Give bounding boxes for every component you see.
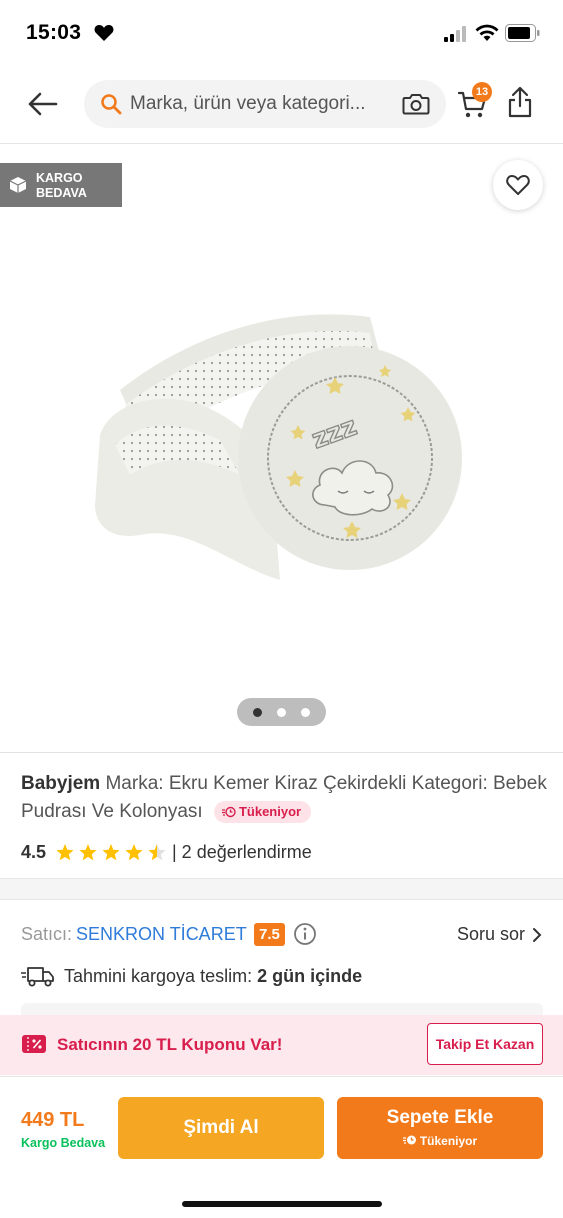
coupon-banner[interactable]: Satıcının 20 TL Kuponu Var! Takip Et Kaz… xyxy=(0,1015,563,1075)
product-image-gallery[interactable]: KARGO BEDAVA zzz xyxy=(0,145,563,752)
coupon-text: Satıcının 20 TL Kuponu Var! xyxy=(57,1035,283,1054)
top-navigation-bar: Marka, ürün veya kategori... 13 xyxy=(0,64,563,144)
battery-icon xyxy=(505,24,540,42)
add-to-cart-stock: Tükeniyor xyxy=(419,1134,478,1148)
seller-name-link[interactable]: SENKRON TİCARET xyxy=(76,924,247,945)
cart-count-badge: 13 xyxy=(472,82,492,102)
add-to-cart-sublabel: Tükeniyor xyxy=(337,1134,543,1148)
coupon-icon xyxy=(22,1035,46,1053)
heart-icon xyxy=(94,25,114,41)
badge-line-2: BEDAVA xyxy=(36,186,87,200)
delivery-truck-icon xyxy=(21,967,54,987)
rating-star xyxy=(102,844,120,861)
rating-score: 4.5 xyxy=(21,842,47,862)
status-bar: 15:03 xyxy=(0,0,563,64)
product-price: 449 TL xyxy=(21,1109,85,1131)
search-icon xyxy=(101,94,122,115)
rating-star xyxy=(125,844,143,861)
stock-low-label: Tükeniyor xyxy=(238,804,302,819)
seller-label: Satıcı: xyxy=(21,924,73,944)
back-arrow-icon[interactable] xyxy=(26,88,58,120)
pagination-dot-2[interactable] xyxy=(277,708,286,717)
rating-star xyxy=(79,844,97,861)
status-time: 15:03 xyxy=(26,21,82,44)
product-image: zzz xyxy=(95,314,462,580)
info-icon[interactable] xyxy=(293,922,317,946)
delivery-estimate: Tahmini kargoya teslim: 2 gün içinde xyxy=(21,964,541,990)
delivery-label: Tahmini kargoya teslim: xyxy=(64,966,253,986)
clock-icon xyxy=(402,1135,416,1145)
camera-search-icon[interactable] xyxy=(402,92,430,116)
add-to-cart-label: Sepete Ekle xyxy=(386,1107,494,1128)
seller-score-badge: 7.5 xyxy=(254,923,285,946)
pagination-dot-3[interactable] xyxy=(301,708,310,717)
rating-stars xyxy=(56,844,166,861)
ask-question-link[interactable]: Soru sor xyxy=(457,924,525,945)
divider xyxy=(0,752,563,753)
free-shipping-badge: KARGO BEDAVA xyxy=(0,163,122,207)
cart-button[interactable]: 13 xyxy=(458,82,492,120)
favorite-button[interactable] xyxy=(493,160,543,210)
review-count[interactable]: | 2 değerlendirme xyxy=(172,842,312,863)
heart-outline-icon xyxy=(506,175,530,195)
bottom-action-bar: 449 TL Kargo Bedava Şimdi Al Sepete Ekle… xyxy=(0,1076,563,1218)
search-bar[interactable]: Marka, ürün veya kategori... xyxy=(84,80,446,128)
home-indicator[interactable] xyxy=(182,1201,382,1207)
delivery-value: 2 gün içinde xyxy=(257,966,363,986)
buy-now-button[interactable]: Şimdi Al xyxy=(118,1097,324,1159)
follow-earn-button[interactable]: Takip Et Kazan xyxy=(427,1023,543,1065)
product-title: Babyjem Marka: Ekru Kemer Kiraz Çekirdek… xyxy=(21,770,551,826)
chevron-right-icon[interactable] xyxy=(532,927,542,943)
add-to-cart-button[interactable]: Sepete Ekle Tükeniyor xyxy=(337,1097,543,1159)
product-brand[interactable]: Babyjem xyxy=(21,773,100,794)
rating-star xyxy=(56,844,74,861)
package-icon xyxy=(9,177,27,193)
image-pagination-dots[interactable] xyxy=(237,698,326,726)
free-shipping-label: Kargo Bedava xyxy=(21,1136,106,1150)
pagination-dot-1[interactable] xyxy=(253,708,262,717)
share-icon[interactable] xyxy=(507,86,533,118)
wifi-icon xyxy=(475,24,499,41)
seller-row: Satıcı: SENKRON TİCARET 7.5 Soru sor xyxy=(21,922,546,948)
rating-star xyxy=(148,844,166,861)
search-input[interactable]: Marka, ürün veya kategori... xyxy=(130,93,394,115)
signal-icon xyxy=(444,26,466,42)
badge-line-1: KARGO xyxy=(36,171,83,185)
stock-low-badge: Tükeniyor xyxy=(213,801,312,823)
section-divider xyxy=(0,878,563,900)
clock-icon xyxy=(221,806,236,818)
